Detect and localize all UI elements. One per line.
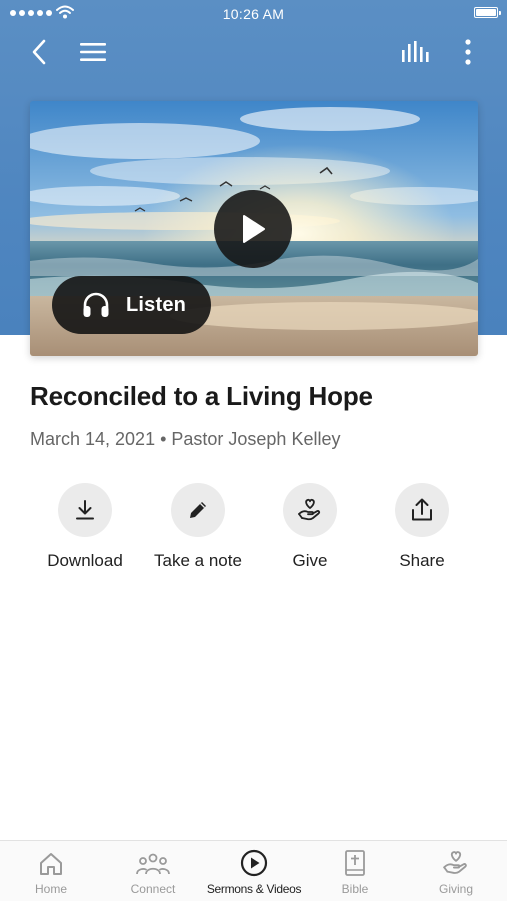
menu-button[interactable] [78,38,108,66]
tab-bible-label: Bible [341,882,369,896]
tab-home-label: Home [34,882,67,896]
download-label: Download [47,551,123,570]
give-button[interactable]: Give [254,483,366,571]
listen-label: Listen [126,293,187,316]
people-icon [136,853,170,875]
play-circle-icon [240,849,268,877]
back-arrow-icon [32,39,46,65]
download-icon [76,500,94,520]
bottom-tab-bar: Home Connect Sermons & Videos Bible Givi… [0,840,507,901]
tab-bible[interactable]: Bible [304,841,406,901]
battery-icon [474,7,501,18]
bar-chart-icon [402,41,429,62]
action-row: Download Take a note Give Share [0,483,507,573]
sermon-meta: March 14, 2021 • Pastor Joseph Kelley [30,429,341,449]
tab-sermons-videos-label: Sermons & Videos [206,882,302,896]
play-button[interactable] [214,190,292,268]
listen-button[interactable]: Listen [52,276,211,334]
heart-hand-icon [443,851,467,874]
tab-connect[interactable]: Connect [102,841,204,901]
sermon-media-card[interactable]: Listen [30,101,478,356]
download-button[interactable]: Download [29,483,141,571]
hamburger-menu-icon [80,43,106,61]
audio-levels-button[interactable] [398,38,432,66]
play-icon [243,215,265,243]
sermon-title: Reconciled to a Living Hope [30,381,373,411]
tab-home[interactable]: Home [0,841,102,901]
tab-giving[interactable]: Giving [405,841,507,901]
share-icon [412,498,432,521]
more-vertical-icon [465,39,471,65]
take-note-button[interactable]: Take a note [142,483,254,571]
share-label: Share [399,551,445,570]
bible-icon [345,850,365,876]
share-circle [395,483,449,537]
give-label: Give [292,551,328,570]
back-button[interactable] [24,36,54,68]
tab-sermons-videos[interactable]: Sermons & Videos [203,841,305,901]
home-icon [40,853,62,875]
tab-connect-label: Connect [130,882,176,896]
take-note-label: Take a note [154,551,242,570]
pencil-icon [190,502,206,518]
take-note-circle [171,483,225,537]
give-circle [283,483,337,537]
headphones-icon [81,290,111,320]
heart-hand-icon [298,498,321,521]
status-time: 10:26 AM [222,6,285,22]
status-bar: 10:26 AM [0,0,507,28]
download-circle [58,483,112,537]
tab-giving-label: Giving [438,882,473,896]
more-options-button[interactable] [456,36,480,68]
share-button[interactable]: Share [366,483,478,571]
